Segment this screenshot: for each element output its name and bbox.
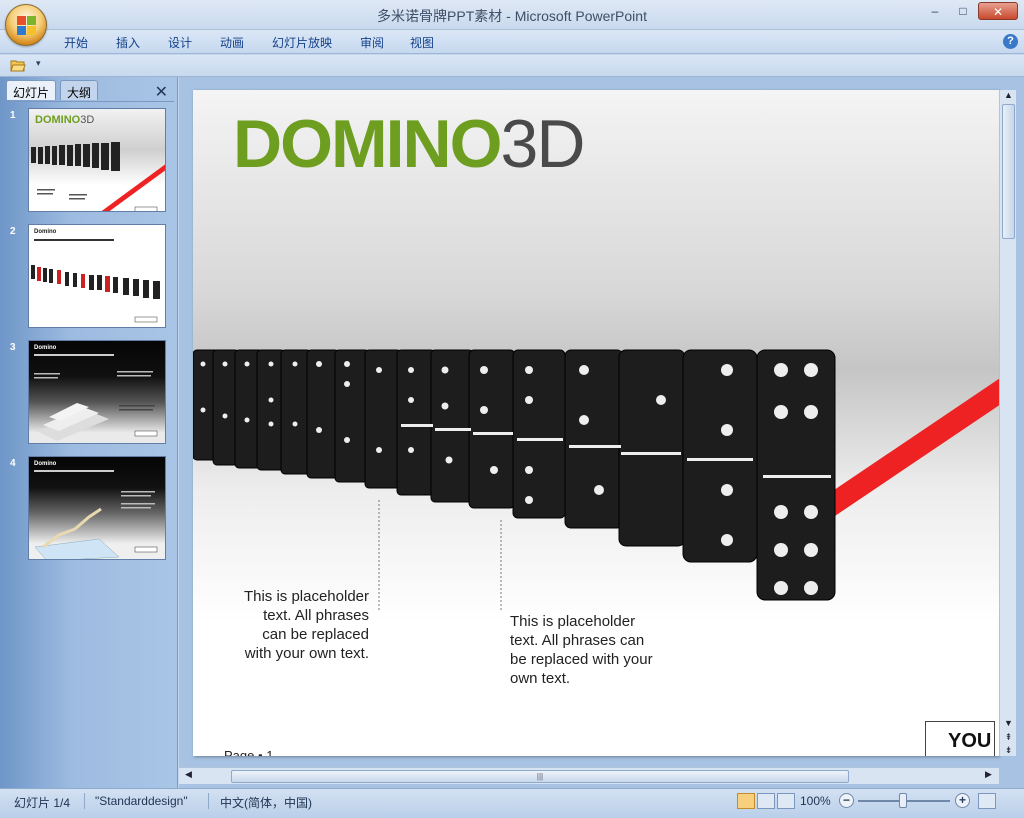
slide-canvas[interactable]: DOMINO3D This is placeholder text. All p…: [193, 90, 999, 756]
slide-sorter-view-icon[interactable]: [757, 793, 775, 809]
maximize-button[interactable]: □: [950, 2, 976, 20]
thumbnail-title: DOMINO3D: [35, 114, 95, 126]
slides-panel: 幻灯片 大纲 ✕ 1 DOMINO3D 2 Domino 3 Domino 4 …: [0, 77, 178, 788]
tab-animation[interactable]: 动画: [220, 34, 244, 51]
slide-title-green: DOMINO: [233, 106, 503, 182]
zoom-out-button[interactable]: −: [839, 793, 854, 808]
tab-design[interactable]: 设计: [168, 34, 192, 51]
zoom-in-button[interactable]: +: [955, 793, 970, 808]
office-logo-icon: [17, 16, 37, 36]
slide-thumbnail-4[interactable]: Domino: [28, 456, 166, 560]
fit-to-window-icon[interactable]: [978, 793, 996, 809]
scroll-up-icon[interactable]: ▲: [1001, 90, 1016, 104]
thumbnail-list: 1 DOMINO3D 2 Domino 3 Domino 4 Domino: [4, 101, 174, 791]
vertical-scroll-thumb[interactable]: [1002, 104, 1015, 239]
slide-counter: 幻灯片 1/4: [14, 796, 71, 810]
help-icon[interactable]: ?: [1003, 34, 1018, 49]
slide-thumbnail-3[interactable]: Domino: [28, 340, 166, 444]
status-bar: 幻灯片 1/4 "Standarddesign" 中文(简体，中国) 100% …: [0, 788, 1024, 818]
theme-name: "Standarddesign": [95, 794, 188, 808]
language-indicator[interactable]: 中文(简体，中国): [220, 794, 312, 811]
vertical-scrollbar[interactable]: ▲ ▼ ⇞ ⇟: [999, 90, 1016, 756]
thumbnail-number: 1: [10, 110, 16, 121]
dominoes-thumbnail-image: [31, 142, 165, 211]
slide-editing-area: DOMINO3D This is placeholder text. All p…: [179, 77, 1024, 788]
thumbnail-title: Domino: [34, 229, 57, 235]
slideshow-view-icon[interactable]: [777, 793, 795, 809]
slide-thumbnail-1[interactable]: DOMINO3D: [28, 108, 166, 212]
normal-view-icon[interactable]: [737, 793, 755, 809]
placeholder-text-left[interactable]: This is placeholder text. All phrases ca…: [237, 587, 369, 663]
horizontal-scroll-thumb[interactable]: |||: [231, 770, 849, 783]
window-title: 多米诺骨牌PPT素材 - Microsoft PowerPoint: [377, 8, 647, 24]
tab-insert[interactable]: 插入: [116, 34, 140, 51]
corner-label-box[interactable]: YOU: [925, 721, 995, 756]
zoom-slider-knob[interactable]: [899, 793, 907, 808]
office-button[interactable]: [5, 4, 47, 46]
slide-thumbnail-2[interactable]: Domino: [28, 224, 166, 328]
thumbnail-number: 4: [10, 458, 16, 469]
next-slide-icon[interactable]: ⇟: [1001, 745, 1016, 759]
tab-slides[interactable]: 幻灯片: [6, 80, 57, 100]
placeholder-text-right[interactable]: This is placeholder text. All phrases ca…: [510, 612, 670, 688]
quick-access-toolbar: ▾: [0, 55, 1024, 77]
tab-slideshow[interactable]: 幻灯片放映: [272, 34, 332, 51]
panel-tabs: 幻灯片 大纲 ✕: [4, 80, 174, 102]
minimize-button[interactable]: –: [922, 2, 948, 20]
thumbnail-title: Domino: [34, 345, 57, 351]
dominoes-image: [193, 349, 836, 610]
tab-review[interactable]: 审阅: [360, 34, 384, 51]
scroll-right-icon[interactable]: ▶: [981, 769, 996, 783]
page-number: Page ▪ 1: [224, 748, 274, 756]
slide-title[interactable]: DOMINO3D: [233, 105, 586, 183]
open-folder-icon[interactable]: [10, 59, 26, 72]
thumbnail-title: Domino: [34, 461, 57, 467]
tab-outline[interactable]: 大纲: [60, 80, 99, 100]
thumbnail-number: 2: [10, 226, 16, 237]
slide-title-gray: 3D: [500, 106, 586, 182]
domino-pyramid-thumbnail-image: [34, 371, 158, 441]
customize-toolbar-icon[interactable]: ▾: [36, 58, 41, 69]
horizontal-scrollbar[interactable]: ◀ ||| ▶: [179, 767, 999, 784]
dominoes-thumbnail-image: [31, 265, 160, 323]
tab-view[interactable]: 视图: [410, 34, 434, 51]
zoom-level[interactable]: 100%: [800, 794, 831, 808]
close-button[interactable]: ✕: [978, 2, 1018, 20]
window-controls: – □ ✕: [922, 2, 1018, 20]
scroll-left-icon[interactable]: ◀: [181, 769, 196, 783]
tab-home[interactable]: 开始: [64, 34, 88, 51]
previous-slide-icon[interactable]: ⇞: [1001, 732, 1016, 746]
close-panel-icon[interactable]: ✕: [155, 82, 168, 102]
thumbnail-number: 3: [10, 342, 16, 353]
growth-chart-thumbnail-image: [34, 491, 158, 559]
ribbon-tabs: 开始 插入 设计 动画 幻灯片放映 审阅 视图 ?: [0, 30, 1024, 54]
scroll-down-icon[interactable]: ▼: [1001, 718, 1016, 732]
title-bar: 多米诺骨牌PPT素材 - Microsoft PowerPoint – □ ✕: [0, 0, 1024, 30]
